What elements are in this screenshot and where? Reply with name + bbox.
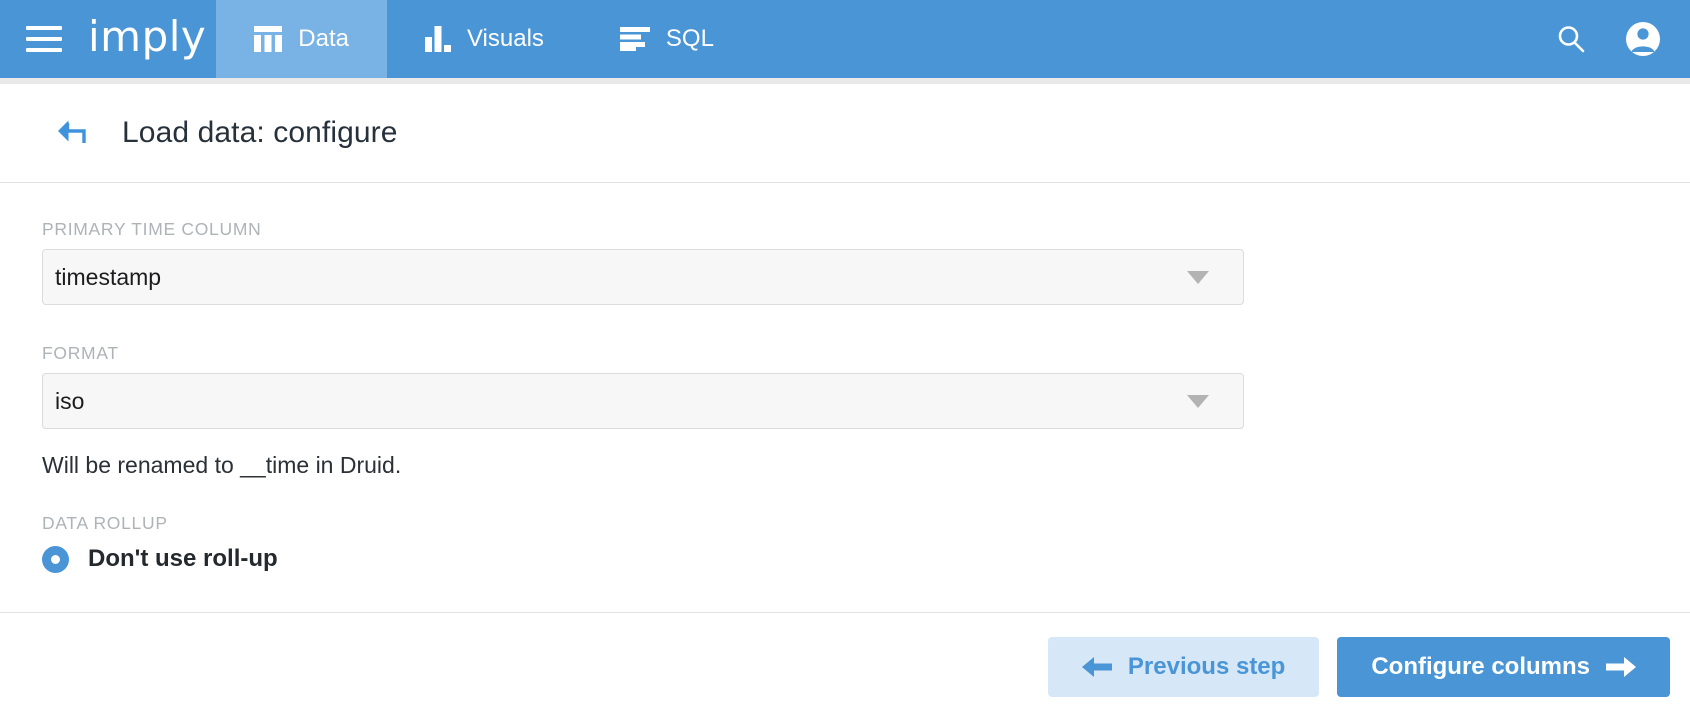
text-lines-icon <box>619 27 650 51</box>
form-footer: Previous step Configure columns <box>0 612 1690 720</box>
format-helper-text: Will be renamed to __time in Druid. <box>42 452 402 478</box>
rollup-radio-label: Don't use roll-up <box>88 545 278 572</box>
nav-tab-data-label: Data <box>298 25 349 52</box>
field-spacer <box>42 305 1690 343</box>
app-root: imply Data Visuals SQL Load data: config… <box>0 0 1690 720</box>
format-field: FORMAT iso Will be renamed to __time in … <box>42 343 1690 479</box>
nav-tab-data[interactable]: Data <box>216 0 387 78</box>
account-button[interactable] <box>1624 20 1662 58</box>
data-rollup-label: DATA ROLLUP <box>42 513 168 533</box>
chevron-down-icon <box>1187 270 1209 284</box>
radio-selected-icon[interactable] <box>42 545 69 573</box>
primary-time-column-select[interactable]: timestamp <box>42 249 1244 305</box>
format-value: iso <box>55 387 85 414</box>
top-navigation-bar: imply Data Visuals SQL <box>0 0 1690 78</box>
configure-columns-label: Configure columns <box>1371 652 1590 680</box>
search-button[interactable] <box>1552 20 1590 58</box>
nav-tab-visuals[interactable]: Visuals <box>387 0 582 78</box>
configure-form: PRIMARY TIME COLUMN timestamp FORMAT iso… <box>0 183 1690 612</box>
format-select[interactable]: iso <box>42 373 1244 429</box>
arrow-right-icon <box>1606 656 1636 677</box>
format-label: FORMAT <box>42 343 119 363</box>
nav-actions <box>1552 0 1690 78</box>
page-header: Load data: configure <box>0 84 1690 183</box>
nav-tab-sql-label: SQL <box>665 25 714 52</box>
nav-tab-visuals-label: Visuals <box>466 25 544 52</box>
rollup-radio-option[interactable]: Don't use roll-up <box>42 545 278 573</box>
chevron-down-icon <box>1187 394 1209 408</box>
primary-time-column-field: PRIMARY TIME COLUMN timestamp <box>42 219 1690 305</box>
page-title: Load data: configure <box>122 116 398 149</box>
nav-tabs: Data Visuals SQL <box>216 0 752 78</box>
configure-columns-button[interactable]: Configure columns <box>1337 636 1670 697</box>
data-rollup-field: DATA ROLLUP Don't use roll-up <box>42 513 1690 573</box>
back-button[interactable] <box>52 113 92 153</box>
back-arrow-icon <box>58 120 86 143</box>
table-columns-icon <box>254 26 283 52</box>
previous-step-label: Previous step <box>1127 652 1286 680</box>
search-icon <box>1558 26 1585 53</box>
primary-time-column-value: timestamp <box>55 263 162 290</box>
primary-time-column-label: PRIMARY TIME COLUMN <box>42 219 262 239</box>
nav-brand-area: imply <box>0 0 216 78</box>
arrow-left-icon <box>1081 656 1112 677</box>
brand-logo[interactable]: imply <box>88 16 206 62</box>
previous-step-button[interactable]: Previous step <box>1047 636 1320 697</box>
bar-chart-icon <box>424 26 451 52</box>
hamburger-menu-icon[interactable] <box>26 26 62 52</box>
user-account-icon <box>1626 22 1660 56</box>
nav-tab-sql[interactable]: SQL <box>582 0 752 78</box>
